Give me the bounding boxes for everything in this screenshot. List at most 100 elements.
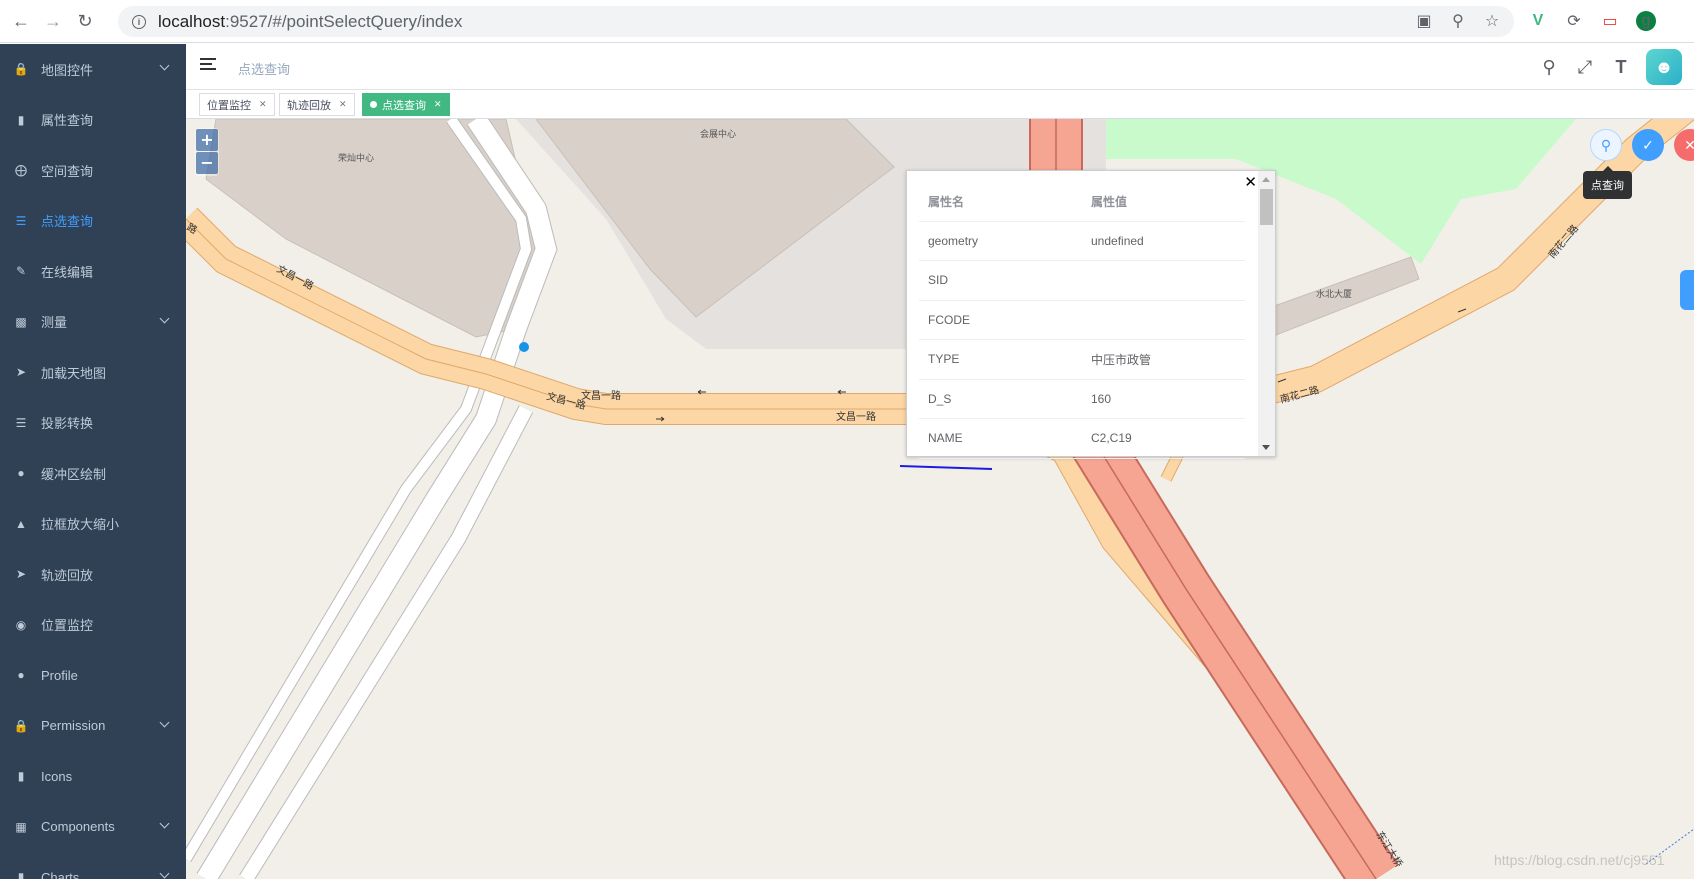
zoom-in-button[interactable]: + (196, 129, 218, 151)
poi-label: 会展中心 (700, 128, 736, 139)
watermark: https://blog.csdn.net/cj9551 (1494, 852, 1665, 868)
tag-label: 位置监控 (207, 99, 251, 112)
fullscreen-icon[interactable]: ⤢ (1574, 56, 1596, 78)
info-icon: ▮ (17, 769, 25, 784)
table-row: SID (919, 260, 1245, 301)
table-row: NAME C2,C19 (919, 418, 1245, 459)
sidebar-item-label: 点选查询 (41, 214, 94, 230)
close-icon[interactable]: ✕ (339, 99, 347, 110)
tag-location-monitor[interactable]: 位置监控 ✕ (199, 93, 275, 116)
table-header-row: 属性名 属性值 (919, 183, 1245, 222)
sidebar-item[interactable]: ● Profile (0, 650, 186, 701)
tooltip: 点查询 (1583, 166, 1632, 199)
send-icon: ➤ (15, 365, 27, 380)
tag-track-playback[interactable]: 轨迹回放 ✕ (279, 93, 355, 116)
scroll-down-icon[interactable] (1262, 445, 1270, 450)
sidebar-item[interactable]: 🔒 Permission (0, 701, 186, 752)
sidebar-item-label: Icons (41, 768, 73, 784)
attr-value: 160 (1082, 379, 1245, 419)
road-label: 文昌一路 (581, 389, 621, 402)
attr-value: 中压市政管 (1082, 339, 1245, 380)
attr-value: undefined (1082, 221, 1245, 261)
site-info-icon[interactable]: i (132, 14, 146, 29)
sidebar-item[interactable]: ➤ 轨迹回放 (0, 549, 186, 600)
sidebar-item-label: 在线编辑 (41, 264, 94, 280)
tag-point-select-query[interactable]: 点选查询 ✕ (362, 93, 450, 116)
delete-button[interactable]: ✕ (1674, 129, 1694, 161)
bookmark-star-icon[interactable]: ☆ (1482, 11, 1502, 31)
point-query-button[interactable]: ⚲ (1590, 129, 1622, 161)
sidebar-menu: 🔒 地图控件 ▮ 属性查询 ⨁ 空间查询 ☰ 点选查询 ✎ 在线编辑 ▩ 测量 ➤ 加载天地图 ☰ 投影转换 ●… (0, 44, 186, 879)
sidebar-item[interactable]: ✎ 在线编辑 (0, 246, 186, 297)
profile-avatar[interactable]: g (1636, 11, 1656, 31)
close-icon[interactable]: ✕ (1244, 173, 1257, 191)
sidebar-item[interactable]: ▩ 测量 (0, 297, 186, 348)
sidebar-item[interactable]: ☰ 点选查询 (0, 196, 186, 247)
user-icon: ● (17, 668, 25, 683)
sidebar-item-label: 空间查询 (41, 163, 94, 179)
user-avatar[interactable]: ☻ (1646, 49, 1682, 85)
popup-scrollbar[interactable] (1258, 171, 1275, 456)
sidebar-item[interactable]: ▮ Charts (0, 852, 186, 879)
search-icon[interactable]: ⚲ (1538, 56, 1560, 78)
eye-icon: ◉ (15, 617, 27, 632)
extension-icon[interactable]: ⟳ (1564, 11, 1584, 31)
address-bar[interactable]: i localhost:9527/#/pointSelectQuery/inde… (118, 6, 1514, 37)
map-tool-buttons: ⚲ ✓ ✕ (1590, 129, 1694, 161)
sidebar-item-label: 加载天地图 (41, 365, 107, 381)
url-host: localhost (158, 11, 226, 31)
sidebar-item[interactable]: 🔒 地图控件 (0, 44, 186, 95)
scroll-thumb[interactable] (1260, 189, 1273, 225)
scroll-up-icon[interactable] (1262, 177, 1270, 182)
sidebar-item[interactable]: ▮ 属性查询 (0, 95, 186, 146)
list-icon: ☰ (15, 415, 27, 430)
sidebar-item-label: 拉框放大缩小 (41, 517, 120, 533)
tag-label: 点选查询 (382, 99, 426, 112)
sidebar-item-label: 地图控件 (41, 62, 94, 78)
close-icon[interactable]: ✕ (434, 99, 442, 110)
road-label: 文昌一路 (836, 410, 876, 423)
chevron-down-icon (159, 818, 170, 828)
hamburger-icon[interactable] (200, 58, 216, 72)
sidebar-item[interactable]: ⨁ 空间查询 (0, 145, 186, 196)
sidebar-item[interactable]: ▮ Icons (0, 751, 186, 802)
sidebar-item[interactable]: ☰ 投影转换 (0, 398, 186, 449)
sidebar-item[interactable]: ▦ Components (0, 802, 186, 853)
attr-name: NAME (919, 418, 1082, 459)
url-path: :9527/#/pointSelectQuery/index (225, 11, 463, 31)
zoom-out-button[interactable]: − (196, 152, 218, 174)
pocket-icon[interactable]: ▭ (1600, 11, 1620, 31)
sidebar-item-label: 属性查询 (41, 113, 94, 129)
reload-icon[interactable]: ↻ (74, 10, 96, 32)
text-size-icon[interactable]: T (1610, 56, 1632, 78)
sidebar-item-label: 缓冲区绘制 (41, 466, 107, 482)
vue-devtools-icon[interactable]: V (1528, 11, 1548, 31)
chevron-down-icon (159, 60, 170, 71)
sidebar-item-label: 轨迹回放 (41, 567, 94, 583)
info-icon: ▮ (17, 112, 25, 127)
table-row: geometry undefined (919, 221, 1245, 261)
sidebar-item[interactable]: ➤ 加载天地图 (0, 347, 186, 398)
attr-name: D_S (919, 379, 1082, 419)
tags-view: 位置监控 ✕ 轨迹回放 ✕ 点选查询 ✕ (186, 90, 1694, 119)
map-canvas[interactable]: 文昌一路 文昌一路 文昌一路 文昌一路 南花二路 南花二路 东江大桥 路 会展中… (186, 119, 1694, 879)
edit-icon: ✎ (15, 264, 27, 279)
translate-icon[interactable]: ▣ (1414, 11, 1434, 31)
shirt-icon: ▲ (15, 516, 27, 531)
check-icon: ✓ (1642, 136, 1654, 153)
target-icon: ⨁ (15, 163, 27, 178)
close-icon[interactable]: ✕ (259, 99, 267, 110)
back-icon[interactable]: ← (10, 10, 32, 32)
sidebar-item-label: Profile (41, 667, 78, 683)
sidebar-item[interactable]: ● 缓冲区绘制 (0, 448, 186, 499)
confirm-button[interactable]: ✓ (1632, 129, 1664, 161)
grid-icon: ▦ (15, 819, 27, 834)
delete-icon: ✕ (1684, 136, 1694, 153)
zoom-icon[interactable]: ⚲ (1448, 11, 1468, 31)
breadcrumb[interactable]: 点选查询 (238, 59, 290, 78)
forward-icon[interactable]: → (42, 10, 64, 32)
settings-drawer-handle[interactable] (1680, 270, 1694, 310)
send-icon: ➤ (15, 567, 27, 582)
sidebar-item[interactable]: ◉ 位置监控 (0, 600, 186, 651)
sidebar-item[interactable]: ▲ 拉框放大缩小 (0, 499, 186, 550)
